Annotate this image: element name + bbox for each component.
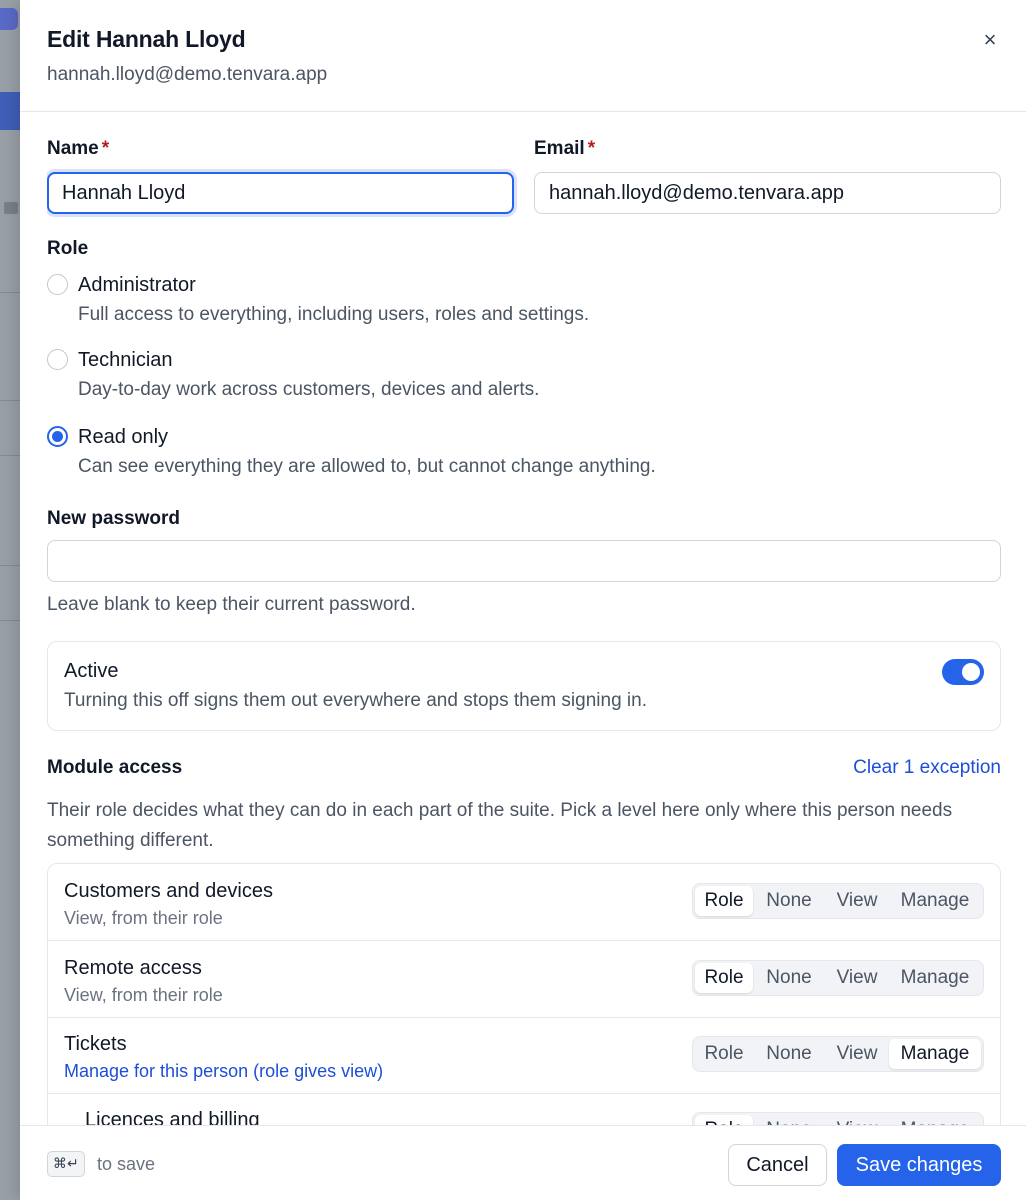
edit-user-drawer: Edit Hannah Lloyd hannah.lloyd@demo.tenv… (20, 0, 1026, 1200)
drawer-header: Edit Hannah Lloyd hannah.lloyd@demo.tenv… (20, 0, 1026, 112)
drawer-body: Name* Email* Role Administrator Full acc… (47, 112, 1001, 1125)
name-input[interactable] (47, 172, 514, 214)
module-name: Licences and billing (85, 1109, 260, 1125)
cancel-button[interactable]: Cancel (728, 1144, 827, 1186)
access-option-role[interactable]: Role (695, 963, 753, 993)
background-divider (0, 455, 20, 456)
radio-button[interactable] (47, 274, 68, 295)
access-option-view[interactable]: View (825, 1115, 889, 1125)
module-name: Remote access (64, 957, 202, 979)
radio-button-checked[interactable] (47, 426, 68, 447)
access-option-none[interactable]: None (753, 1115, 825, 1125)
access-option-manage[interactable]: Manage (889, 963, 981, 993)
active-title: Active (64, 660, 119, 682)
required-marker: * (101, 138, 110, 159)
role-option-description: Day-to-day work across customers, device… (78, 379, 540, 400)
save-changes-button[interactable]: Save changes (837, 1144, 1001, 1186)
app-logo-icon (0, 8, 18, 30)
access-option-manage[interactable]: Manage (889, 886, 981, 916)
module-row-remote-access: Remote access View, from their role Role… (48, 941, 1000, 1018)
access-option-none[interactable]: None (753, 1039, 825, 1069)
radio-button[interactable] (47, 349, 68, 370)
role-option-label: Technician (78, 349, 173, 371)
new-password-input[interactable] (47, 540, 1001, 582)
access-option-none[interactable]: None (753, 886, 825, 916)
access-option-role[interactable]: Role (695, 1115, 753, 1125)
access-option-view[interactable]: View (825, 963, 889, 993)
role-option-label: Read only (78, 426, 169, 448)
module-subtitle: View, from their role (64, 908, 223, 928)
access-level-selector: Role None View Manage (692, 960, 984, 996)
role-option-description: Can see everything they are allowed to, … (78, 456, 656, 477)
access-option-manage[interactable]: Manage (889, 1039, 981, 1069)
module-subtitle-exception: Manage for this person (role gives view) (64, 1061, 384, 1081)
email-input[interactable] (534, 172, 1001, 214)
access-option-view[interactable]: View (825, 886, 889, 916)
module-access-description: Their role decides what they can do in e… (47, 800, 953, 851)
active-description: Turning this off signs them out everywhe… (64, 690, 647, 711)
active-toggle[interactable] (942, 659, 984, 685)
access-option-role[interactable]: Role (695, 886, 753, 916)
module-subtitle: View, from their role (64, 985, 223, 1005)
clear-exception-link[interactable]: Clear 1 exception (853, 757, 1001, 779)
background-divider (0, 292, 20, 293)
access-level-selector: Role None View Manage (692, 1036, 984, 1072)
close-icon[interactable]: × (976, 26, 1004, 54)
background-divider (0, 620, 20, 621)
active-card: Active Turning this off signs them out e… (47, 641, 1001, 731)
background-nav-item (0, 92, 20, 130)
email-label: Email * (534, 138, 596, 159)
access-level-selector: Role None View Manage (692, 883, 984, 919)
required-marker: * (587, 138, 596, 159)
drawer-subtitle: hannah.lloyd@demo.tenvara.app (47, 64, 328, 85)
access-option-view[interactable]: View (825, 1039, 889, 1069)
access-option-none[interactable]: None (753, 963, 825, 993)
background-grid-icon (4, 202, 18, 214)
role-option-description: Full access to everything, including use… (78, 304, 590, 325)
drawer-footer: ⌘↵ to save Cancel Save changes (20, 1125, 1026, 1200)
module-row-customers-and-devices: Customers and devices View, from their r… (48, 864, 1000, 941)
background-divider (0, 565, 20, 566)
role-option-label: Administrator (78, 274, 196, 296)
background-app-sidebar (0, 0, 20, 1200)
module-name: Customers and devices (64, 880, 273, 902)
shortcut-hint: to save (97, 1154, 156, 1174)
module-row-licences-and-billing: Licences and billing Role None View Mana… (69, 1093, 1000, 1125)
password-hint: Leave blank to keep their current passwo… (47, 594, 416, 615)
access-option-role[interactable]: Role (695, 1039, 753, 1069)
background-divider (0, 400, 20, 401)
module-access-list: Customers and devices View, from their r… (47, 863, 1001, 1125)
toggle-knob (962, 663, 980, 681)
module-row-tickets: Tickets Manage for this person (role giv… (48, 1017, 1000, 1094)
access-option-manage[interactable]: Manage (889, 1115, 981, 1125)
access-level-selector: Role None View Manage (692, 1112, 984, 1125)
module-name: Tickets (64, 1033, 127, 1055)
new-password-label: New password (47, 508, 181, 529)
drawer-title: Edit Hannah Lloyd (47, 26, 246, 52)
name-label: Name * (47, 138, 110, 159)
module-access-title: Module access (47, 757, 183, 778)
role-label: Role (47, 238, 89, 259)
keyboard-shortcut-badge: ⌘↵ (47, 1151, 85, 1177)
